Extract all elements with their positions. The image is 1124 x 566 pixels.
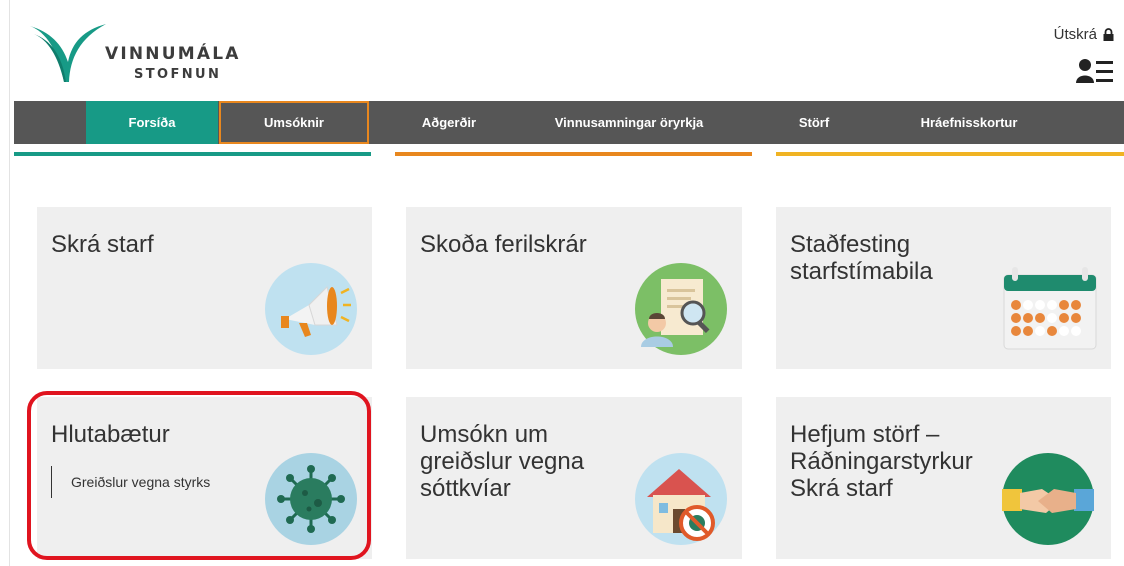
section-underline-yellow	[776, 152, 1124, 156]
handshake-icon	[1002, 453, 1094, 545]
profile-list-icon[interactable]	[1076, 58, 1116, 84]
card-hefjum-storf[interactable]: Hefjum störf – Ráðningarstyrkur Skrá sta…	[776, 397, 1111, 559]
nav-item-hraefnisskortur[interactable]: Hráefnisskortur	[884, 101, 1054, 144]
logo-text-line1: VINNUMÁLA	[105, 44, 241, 64]
logo[interactable]: VINNUMÁLA STOFNUN	[28, 22, 268, 90]
calendar-icon	[1003, 267, 1097, 350]
card-sottkvi[interactable]: Umsókn um greiðslur vegna sóttkvíar	[406, 397, 742, 559]
card-stadfesting[interactable]: Staðfesting starfstímabila	[776, 207, 1111, 369]
card-title: Skoða ferilskrár	[420, 231, 587, 258]
resume-search-icon	[635, 263, 727, 355]
logo-text-line2: STOFNUN	[134, 67, 222, 82]
logout-link[interactable]: Útskrá	[1054, 26, 1114, 43]
card-title: Skrá starf	[51, 231, 154, 258]
nav-item-umsoknir[interactable]: Umsóknir	[219, 101, 369, 144]
logo-mark-icon	[30, 24, 106, 82]
card-skra-starf[interactable]: Skrá starf	[37, 207, 372, 369]
nav-item-vinnusamningar[interactable]: Vinnusamningar öryrkja	[529, 101, 729, 144]
nav-item-forsida[interactable]: Forsíða	[86, 101, 218, 144]
card-title: Hefjum störf – Ráðningarstyrkur Skrá sta…	[790, 421, 973, 502]
main-nav: Forsíða Umsóknir Aðgerðir Vinnusamningar…	[14, 101, 1124, 144]
section-underline-orange	[395, 152, 752, 156]
nav-item-adgerdir[interactable]: Aðgerðir	[394, 101, 504, 144]
page-left-border	[9, 0, 10, 566]
nav-item-storf[interactable]: Störf	[774, 101, 854, 144]
card-title: Umsókn um greiðslur vegna sóttkvíar	[420, 421, 585, 502]
card-skoda-ferilskrar[interactable]: Skoða ferilskrár	[406, 207, 742, 369]
section-underline-green	[14, 152, 371, 156]
card-title: Staðfesting starfstímabila	[790, 231, 933, 285]
lock-icon	[1103, 28, 1114, 41]
megaphone-icon	[265, 263, 357, 355]
logout-label: Útskrá	[1053, 26, 1097, 43]
highlight-annotation	[27, 391, 371, 560]
house-quarantine-icon	[635, 453, 727, 545]
